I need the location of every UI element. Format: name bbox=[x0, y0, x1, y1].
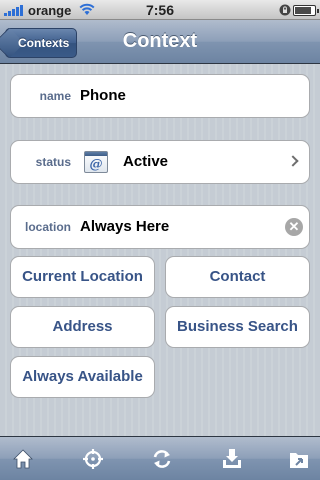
status-bar: orange 7:56 bbox=[0, 0, 320, 20]
refresh-icon[interactable] bbox=[151, 448, 173, 470]
name-field[interactable]: name Phone bbox=[10, 74, 310, 118]
status-value: Active bbox=[123, 153, 169, 170]
bottom-toolbar bbox=[0, 436, 320, 480]
back-button[interactable]: Contexts bbox=[5, 28, 77, 58]
battery-level bbox=[295, 7, 311, 14]
status-label: status bbox=[35, 155, 71, 169]
location-value[interactable]: Always Here bbox=[80, 206, 169, 248]
business-search-button[interactable]: Business Search bbox=[165, 306, 310, 348]
status-active-icon: @ bbox=[84, 151, 108, 173]
current-location-button[interactable]: Current Location bbox=[10, 256, 155, 298]
orientation-lock-icon bbox=[279, 4, 291, 16]
navigation-bar: Contexts Context bbox=[0, 20, 320, 64]
address-button[interactable]: Address bbox=[10, 306, 155, 348]
locate-icon[interactable] bbox=[82, 448, 104, 470]
clock: 7:56 bbox=[145, 2, 175, 18]
home-icon[interactable] bbox=[12, 448, 34, 470]
name-value[interactable]: Phone bbox=[80, 75, 126, 117]
move-to-folder-icon[interactable] bbox=[288, 448, 310, 470]
location-field[interactable]: location Always Here ✕ bbox=[10, 205, 310, 249]
battery-icon bbox=[293, 5, 319, 16]
chevron-right-icon bbox=[287, 155, 299, 167]
name-label: name bbox=[39, 89, 71, 103]
location-label: location bbox=[24, 220, 71, 234]
status-field[interactable]: status @ Active bbox=[10, 140, 310, 184]
contact-button[interactable]: Contact bbox=[165, 256, 310, 298]
status-icon-glyph: @ bbox=[89, 157, 103, 172]
inbox-download-icon[interactable] bbox=[221, 448, 243, 470]
back-button-label: Contexts bbox=[18, 36, 70, 50]
always-available-button[interactable]: Always Available bbox=[10, 356, 155, 398]
clear-icon[interactable]: ✕ bbox=[285, 218, 303, 236]
page-title: Context bbox=[122, 30, 198, 52]
